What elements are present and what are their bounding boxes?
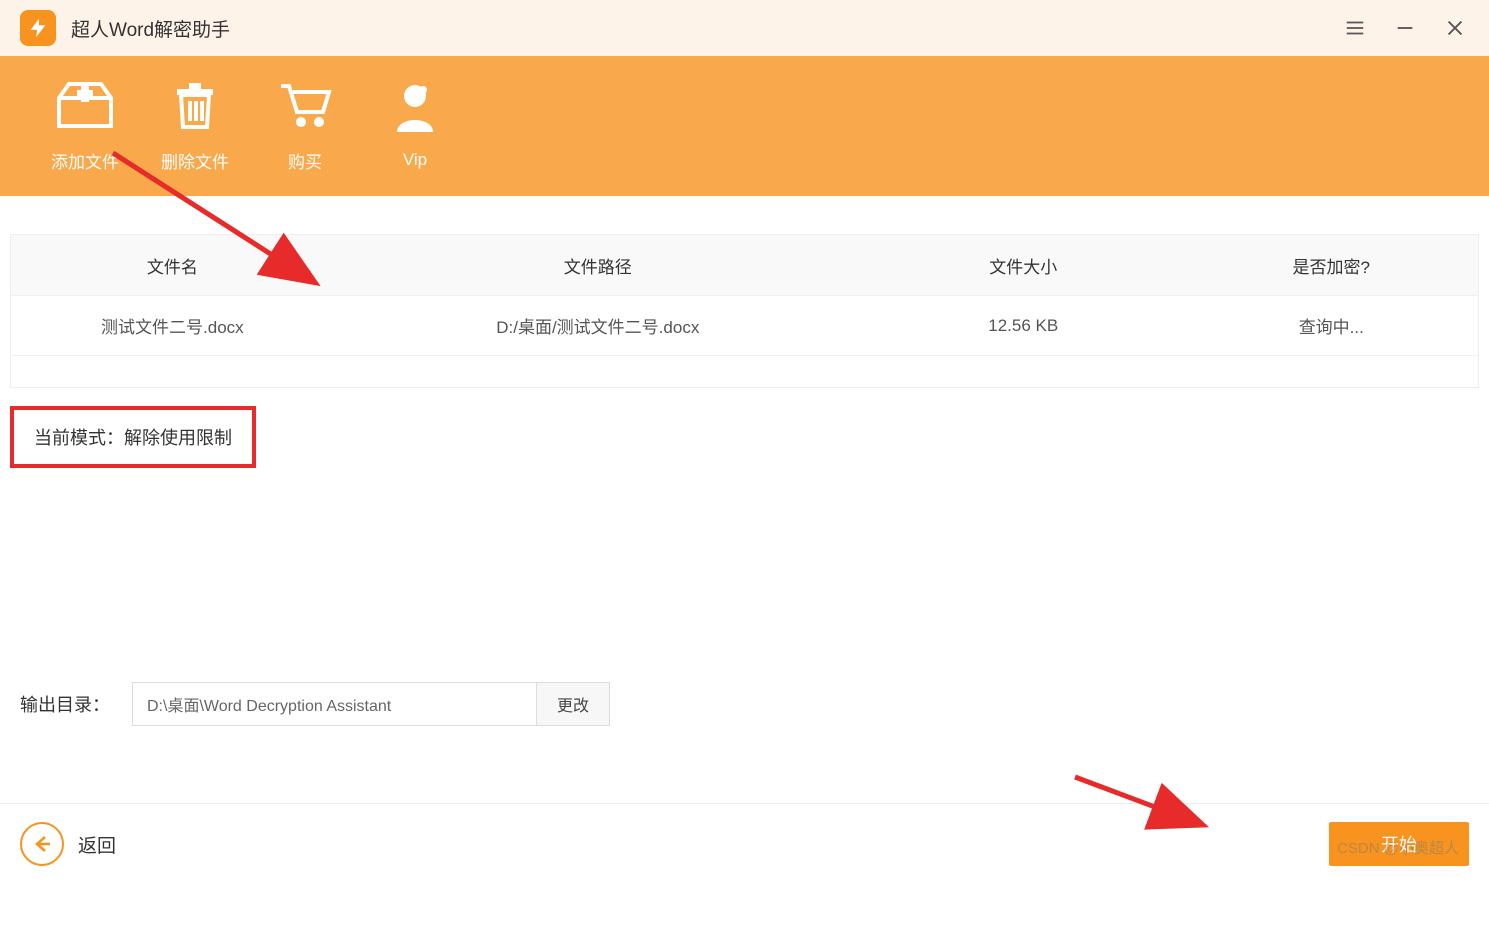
watermark: CSDN @小奥超人 <box>1337 837 1459 858</box>
delete-file-label: 删除文件 <box>161 148 229 173</box>
window-controls <box>1341 14 1469 42</box>
col-header-path: 文件路径 <box>334 253 862 278</box>
table-row[interactable]: 测试文件二号.docx D:/桌面/测试文件二号.docx 12.56 KB 查… <box>11 295 1478 355</box>
col-header-encrypted: 是否加密? <box>1185 253 1478 278</box>
user-icon <box>393 82 437 132</box>
mode-box: 当前模式：解除使用限制 <box>10 406 256 468</box>
buy-label: 购买 <box>288 148 322 173</box>
output-dir-input[interactable] <box>132 682 537 726</box>
output-row: 输出目录： 更改 <box>20 682 610 726</box>
back-arrow-icon <box>20 822 64 866</box>
col-header-size: 文件大小 <box>862 253 1185 278</box>
menu-icon[interactable] <box>1341 14 1369 42</box>
col-header-name: 文件名 <box>11 253 334 278</box>
toolbar: 添加文件 删除文件 购买 <box>0 56 1489 196</box>
minimize-icon[interactable] <box>1391 14 1419 42</box>
table-header: 文件名 文件路径 文件大小 是否加密? <box>11 235 1478 295</box>
add-file-icon <box>57 80 113 130</box>
buy-button[interactable]: 购买 <box>250 80 360 173</box>
footer: 返回 开始 <box>0 803 1489 884</box>
close-icon[interactable] <box>1441 14 1469 42</box>
mode-label: 当前模式：解除使用限制 <box>34 428 232 448</box>
back-button[interactable]: 返回 <box>20 822 116 866</box>
vip-label: Vip <box>403 150 427 170</box>
cell-size: 12.56 KB <box>862 316 1185 336</box>
vip-button[interactable]: Vip <box>360 82 470 170</box>
app-logo-icon <box>20 10 56 46</box>
add-file-label: 添加文件 <box>51 148 119 173</box>
output-label: 输出目录： <box>20 691 110 717</box>
title-bar: 超人Word解密助手 <box>0 0 1489 56</box>
cell-encrypted: 查询中... <box>1185 313 1478 338</box>
file-table: 文件名 文件路径 文件大小 是否加密? 测试文件二号.docx D:/桌面/测试… <box>10 234 1479 388</box>
cart-icon <box>277 80 333 130</box>
cell-path: D:/桌面/测试文件二号.docx <box>334 313 862 338</box>
table-spacer <box>11 355 1478 387</box>
change-button[interactable]: 更改 <box>537 682 610 726</box>
app-title: 超人Word解密助手 <box>71 15 1341 42</box>
content-area: 文件名 文件路径 文件大小 是否加密? 测试文件二号.docx D:/桌面/测试… <box>0 196 1489 478</box>
cell-name: 测试文件二号.docx <box>11 313 334 338</box>
add-file-button[interactable]: 添加文件 <box>30 80 140 173</box>
back-label: 返回 <box>78 831 116 858</box>
trash-icon <box>171 80 219 130</box>
delete-file-button[interactable]: 删除文件 <box>140 80 250 173</box>
